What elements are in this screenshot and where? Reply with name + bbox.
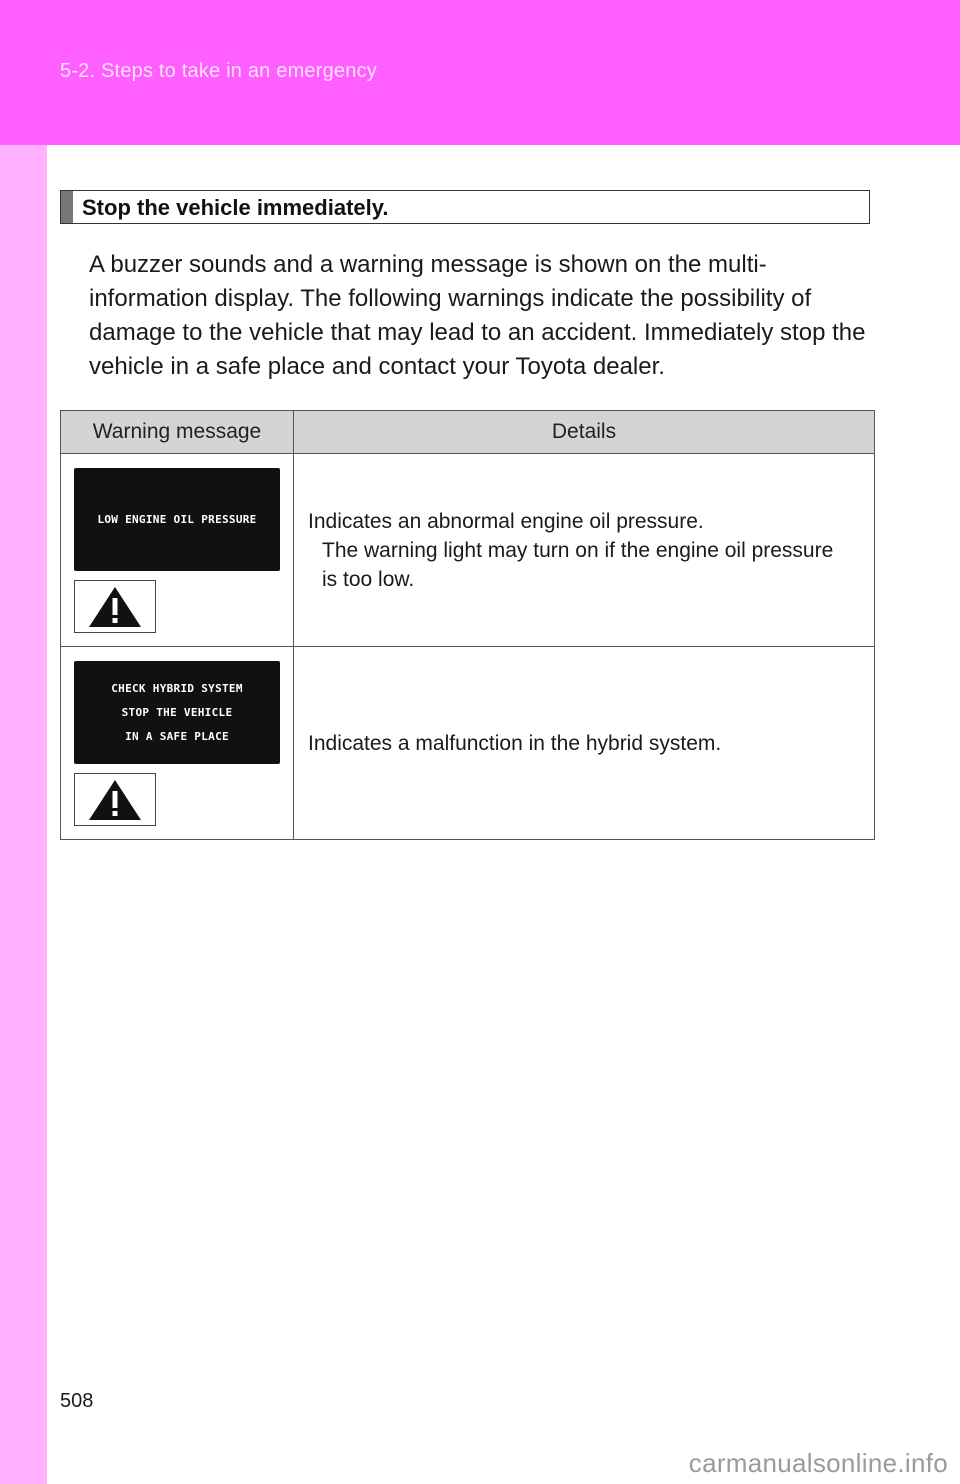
details-cell: Indicates an abnormal engine oil pressur… (293, 453, 875, 647)
header-details: Details (293, 410, 875, 454)
display-panel-hybrid: CHECK HYBRID SYSTEM STOP THE VEHICLE IN … (74, 661, 280, 764)
section-title: 5-2. Steps to take in an emergency (60, 60, 377, 82)
section-heading: Stop the vehicle immediately. (60, 190, 870, 224)
intro-paragraph: A buzzer sounds and a warning message is… (89, 251, 866, 380)
side-strip (0, 145, 47, 1484)
details-cell: Indicates a malfunction in the hybrid sy… (293, 646, 875, 840)
warning-message-cell: CHECK HYBRID SYSTEM STOP THE VEHICLE IN … (60, 646, 294, 840)
warning-icon-box (74, 773, 156, 826)
details-text: Indicates a malfunction in the hybrid sy… (308, 731, 722, 755)
details-text: Indicates an abnormal engine oil pressur… (308, 509, 704, 533)
details-subtext: The warning light may turn on if the eng… (322, 538, 834, 591)
header-warning-message: Warning message (60, 410, 294, 454)
watermark: carmanualsonline.info (688, 1448, 948, 1478)
display-line: LOW ENGINE OIL PRESSURE (97, 512, 257, 526)
warning-message-cell: LOW ENGINE OIL PRESSURE (60, 453, 294, 647)
warning-triangle-icon (89, 779, 141, 820)
page-number: 508 (60, 1390, 94, 1412)
display-line: STOP THE VEHICLE (121, 705, 233, 719)
warning-icon-box (74, 580, 156, 633)
table-header-row: Warning message Details (60, 410, 875, 454)
table-row: CHECK HYBRID SYSTEM STOP THE VEHICLE IN … (60, 646, 875, 840)
heading-text: Stop the vehicle immediately. (82, 195, 389, 220)
display-line: IN A SAFE PLACE (125, 729, 229, 743)
warning-triangle-icon (89, 586, 141, 627)
display-line: CHECK HYBRID SYSTEM (111, 681, 243, 695)
heading-accent-bar (61, 191, 73, 223)
display-panel-low-oil: LOW ENGINE OIL PRESSURE (74, 468, 280, 571)
warning-table: Warning message Details LOW ENGINE OIL P… (60, 410, 875, 840)
table-row: LOW ENGINE OIL PRESSURE Indicates an abn… (60, 453, 875, 647)
